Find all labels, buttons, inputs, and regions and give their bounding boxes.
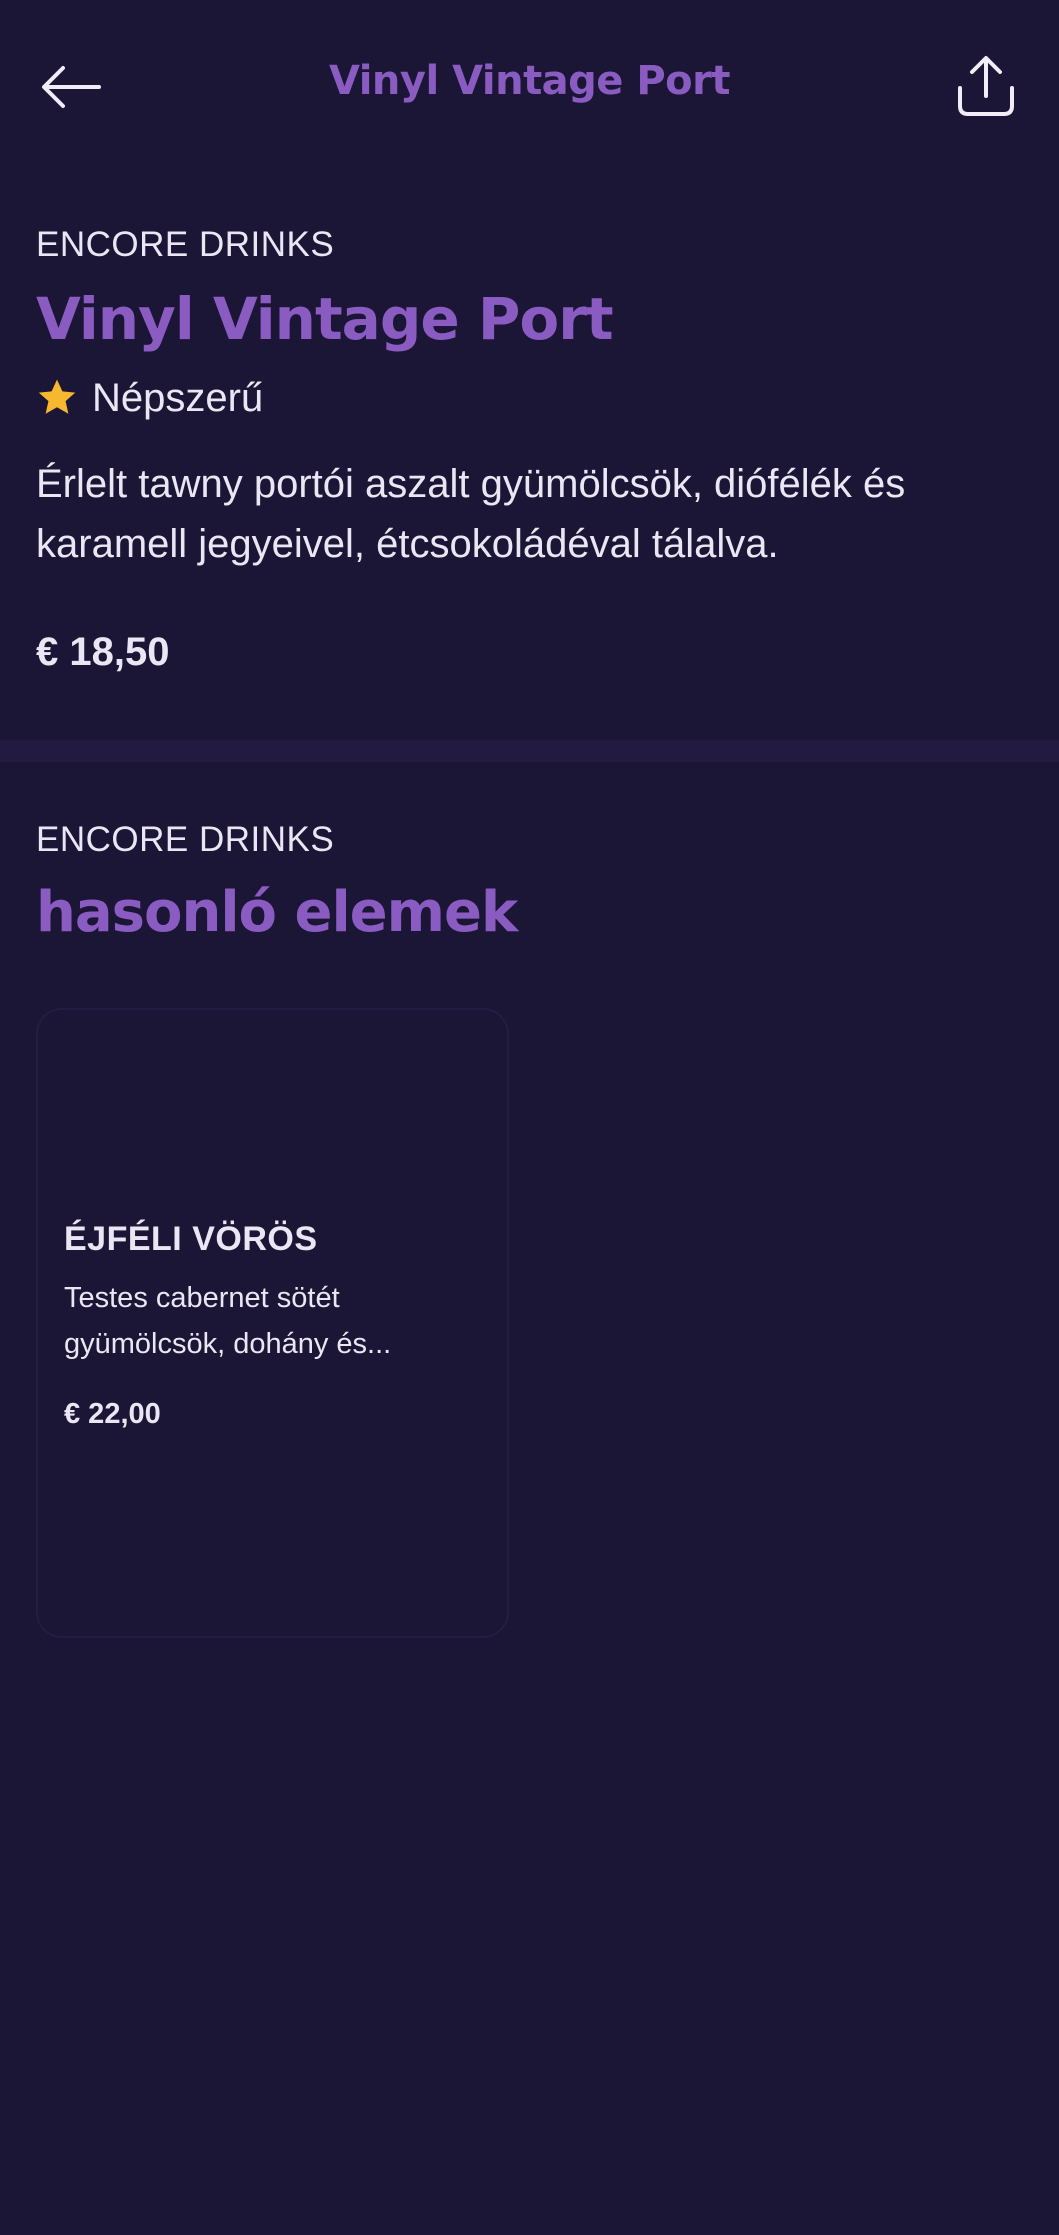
- popular-label: Népszerű: [92, 375, 264, 420]
- share-button[interactable]: [950, 48, 1022, 124]
- brand-label: ENCORE DRINKS: [36, 225, 335, 264]
- similar-item-name: ÉJFÉLI VÖRÖS: [64, 1220, 318, 1258]
- top-app-bar: Vinyl Vintage Port: [0, 0, 1059, 170]
- page-title: Vinyl Vintage Port: [328, 58, 731, 104]
- similar-item-card[interactable]: ÉJFÉLI VÖRÖS Testes cabernet sötét gyümö…: [36, 1008, 509, 1638]
- back-button[interactable]: [36, 52, 106, 122]
- product-description: Érlelt tawny portói aszalt gyümölcsök, d…: [36, 462, 906, 566]
- popular-badge: Népszerű: [36, 370, 1026, 426]
- similar-items-title: hasonló elemek: [36, 880, 518, 945]
- section-divider: [0, 740, 1059, 762]
- product-name: Vinyl Vintage Port: [36, 285, 614, 353]
- similar-items-section: ENCORE DRINKS hasonló elemek: [36, 815, 1026, 949]
- arrow-left-icon: [42, 66, 101, 108]
- similar-item-description: Testes cabernet sötét gyümölcsök, dohány…: [64, 1282, 392, 1360]
- similar-brand-label: ENCORE DRINKS: [36, 820, 335, 859]
- product-price: € 18,50: [36, 630, 170, 674]
- star-icon: [38, 379, 76, 414]
- share-icon: [958, 56, 1014, 116]
- product-details: ENCORE DRINKS Vinyl Vintage Port Népszer…: [36, 220, 1026, 675]
- similar-item-price: € 22,00: [64, 1398, 161, 1430]
